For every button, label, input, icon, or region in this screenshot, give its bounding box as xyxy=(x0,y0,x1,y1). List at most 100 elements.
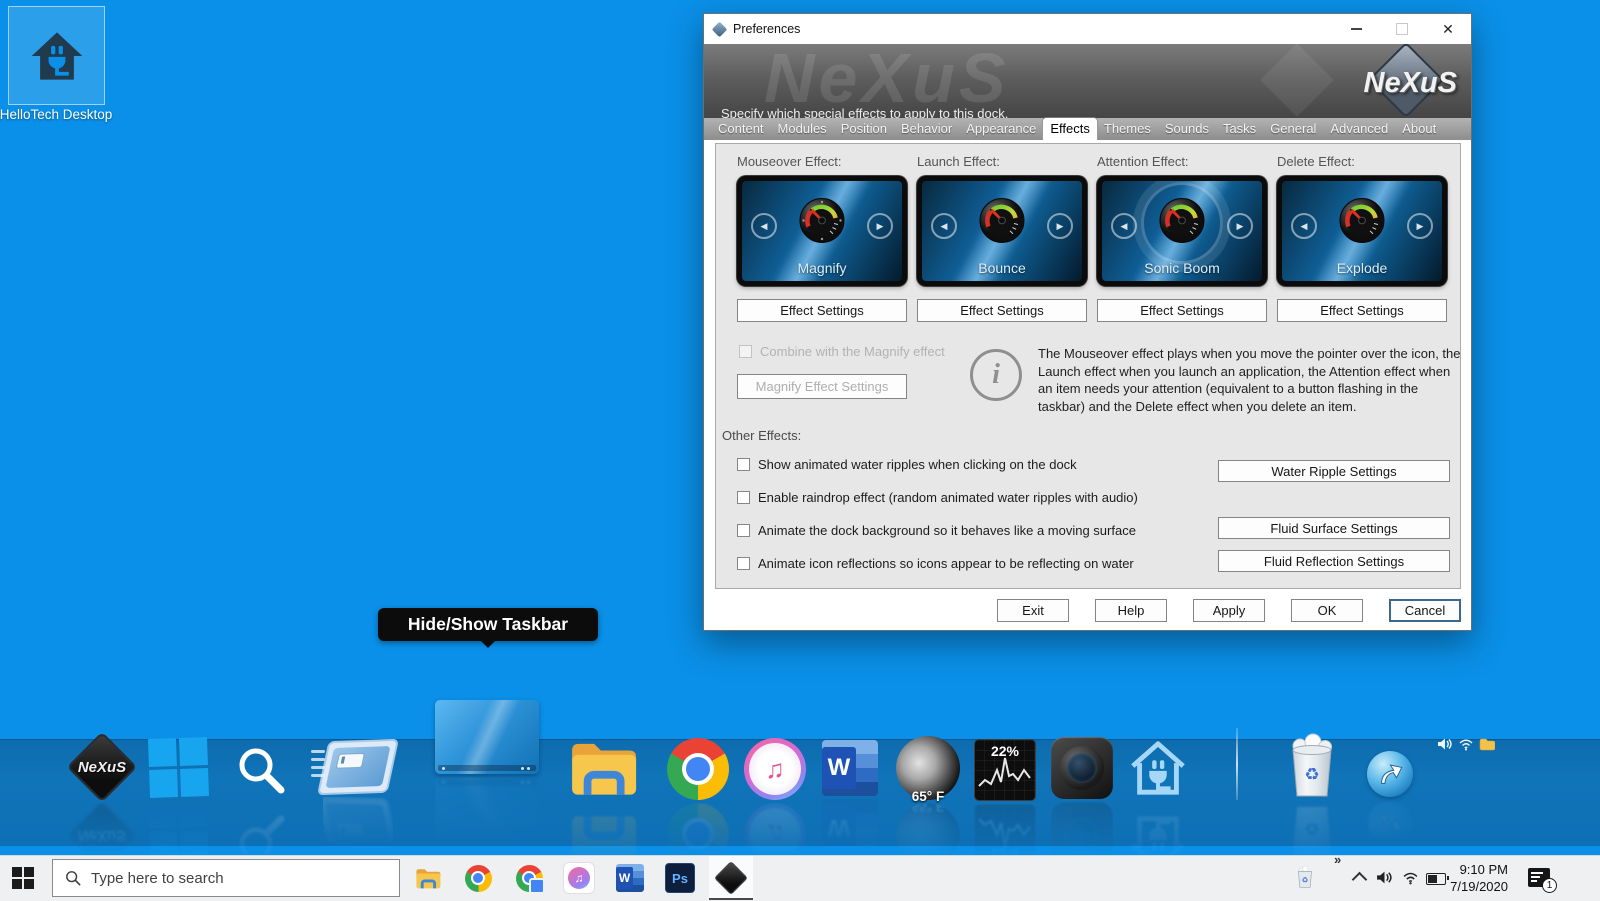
tab-tasks[interactable]: Tasks xyxy=(1216,118,1263,140)
tab-modules[interactable]: Modules xyxy=(771,118,834,140)
tab-behavior[interactable]: Behavior xyxy=(894,118,959,140)
ok-button[interactable]: OK xyxy=(1291,599,1363,622)
taskbar-search-input[interactable]: Type here to search xyxy=(52,859,400,897)
dock-item-chrome[interactable] xyxy=(667,738,729,865)
curved-arrow-icon-reflection xyxy=(1367,800,1413,846)
tray-recycle-bin-icon[interactable]: ♻ xyxy=(1294,864,1316,890)
taskbar-window-icon xyxy=(435,700,539,774)
taskbar-item-photoshop[interactable]: Ps xyxy=(658,856,702,900)
taskbar-item-word[interactable]: W xyxy=(608,856,652,900)
dock-folder-icon[interactable] xyxy=(1479,738,1495,751)
effect-label: Attention Effect: xyxy=(1097,154,1267,169)
dock-item-cpu-meter[interactable]: 22% 22% xyxy=(974,739,1036,866)
dock-item-word[interactable]: W W xyxy=(822,740,878,855)
raindrop-checkbox[interactable] xyxy=(737,491,750,504)
delete-effect-preview[interactable]: ◀ ▶ Explode xyxy=(1277,176,1447,286)
tab-effects[interactable]: Effects xyxy=(1043,118,1097,140)
taskbar-item-itunes[interactable]: ♫ xyxy=(557,856,601,900)
start-button[interactable] xyxy=(12,867,34,894)
water-ripples-checkbox[interactable] xyxy=(737,458,750,471)
tab-content[interactable]: Content xyxy=(711,118,771,140)
tab-sounds[interactable]: Sounds xyxy=(1158,118,1216,140)
next-effect-icon[interactable]: ▶ xyxy=(1227,213,1253,239)
tray-overflow-chevrons[interactable]: » xyxy=(1334,852,1341,867)
taskbar-item-chrome[interactable] xyxy=(456,856,500,900)
dock-item-search[interactable] xyxy=(231,740,289,869)
tab-themes[interactable]: Themes xyxy=(1097,118,1158,140)
nexus-brand-text: NeXuS xyxy=(78,759,126,776)
fluid-surface-settings-button[interactable]: Fluid Surface Settings xyxy=(1218,517,1450,539)
dock-item-nexus[interactable]: NeXuS NeXuS xyxy=(69,734,135,869)
water-ripples-checkbox-row[interactable]: Show animated water ripples when clickin… xyxy=(737,457,1077,472)
magnify-effect-settings-button: Magnify Effect Settings xyxy=(737,374,907,399)
dock-item-itunes[interactable]: ♫ ♫ xyxy=(744,738,806,865)
launch-effect-preview[interactable]: ◀ ▶ Bounce xyxy=(917,176,1087,286)
tab-about[interactable]: About xyxy=(1395,118,1443,140)
next-effect-icon[interactable]: ▶ xyxy=(1047,213,1073,239)
tab-general[interactable]: General xyxy=(1263,118,1323,140)
taskbar-clock[interactable]: 9:10 PM 7/19/2020 xyxy=(1438,861,1508,895)
tray-wifi-icon[interactable] xyxy=(1402,870,1419,885)
taskbar-item-chrome-profile[interactable] xyxy=(507,856,551,900)
exit-button[interactable]: Exit xyxy=(997,599,1069,622)
next-effect-icon[interactable]: ▶ xyxy=(1407,213,1433,239)
windows-taskbar: Type here to search ♫ W Ps xyxy=(0,855,1600,901)
attention-effect-preview[interactable]: ◀ ▶ Sonic Boom xyxy=(1097,176,1267,286)
dock-item-moon-weather[interactable]: 65° F 65° F xyxy=(896,736,960,867)
fluid-surface-checkbox-row[interactable]: Animate the dock background so it behave… xyxy=(737,523,1136,538)
dock-item-settings-toggle[interactable] xyxy=(323,740,393,851)
effect-label: Launch Effect: xyxy=(917,154,1087,169)
dock-item-hide-show-taskbar[interactable] xyxy=(435,700,539,851)
info-glyph: i xyxy=(992,359,1000,391)
apply-button[interactable]: Apply xyxy=(1193,599,1265,622)
mouseover-effect-preview[interactable]: ◀ xyxy=(737,176,907,286)
prev-effect-icon[interactable]: ◀ xyxy=(751,213,777,239)
prev-effect-icon[interactable]: ◀ xyxy=(1111,213,1137,239)
dock-item-windows[interactable] xyxy=(149,738,208,859)
dialog-titlebar[interactable]: Preferences ✕ xyxy=(704,14,1471,44)
delete-effect-settings-button[interactable]: Effect Settings xyxy=(1277,299,1447,322)
raindrop-checkbox-row[interactable]: Enable raindrop effect (random animated … xyxy=(737,490,1138,505)
windows-logo-icon xyxy=(148,737,209,798)
icon-reflections-checkbox[interactable] xyxy=(737,557,750,570)
icon-reflections-checkbox-row[interactable]: Animate icon reflections so icons appear… xyxy=(737,556,1134,571)
desktop-shortcut-hellotech[interactable]: HelloTech Desktop xyxy=(0,0,130,130)
tab-appearance[interactable]: Appearance xyxy=(959,118,1043,140)
nexus-app-icon: NeXuS xyxy=(69,734,135,800)
launch-effect-settings-button[interactable]: Effect Settings xyxy=(917,299,1087,322)
close-button[interactable]: ✕ xyxy=(1425,14,1471,44)
clock-date: 7/19/2020 xyxy=(1438,878,1508,895)
nexus-logo: NeXuS xyxy=(1341,49,1461,113)
word-letter: W xyxy=(616,867,633,889)
file-explorer-icon xyxy=(414,866,442,890)
tray-volume-icon[interactable] xyxy=(1376,870,1393,885)
prev-effect-icon[interactable]: ◀ xyxy=(931,213,957,239)
dock-item-hellotech[interactable] xyxy=(1127,737,1189,874)
dock-item-camera[interactable] xyxy=(1051,737,1113,864)
fluid-reflection-settings-button[interactable]: Fluid Reflection Settings xyxy=(1218,550,1450,572)
effect-name: Explode xyxy=(1282,260,1442,276)
tab-advanced[interactable]: Advanced xyxy=(1323,118,1395,140)
dock-speaker-icon[interactable] xyxy=(1437,737,1453,751)
help-button[interactable]: Help xyxy=(1095,599,1167,622)
tab-position[interactable]: Position xyxy=(834,118,894,140)
windows-logo-icon-reflection xyxy=(148,799,209,860)
prev-effect-icon[interactable]: ◀ xyxy=(1291,213,1317,239)
weather-temperature: 65° F xyxy=(896,789,960,804)
dock-wifi-icon[interactable] xyxy=(1458,737,1474,751)
taskbar-item-nexus-active[interactable] xyxy=(709,856,753,900)
cancel-button[interactable]: Cancel xyxy=(1389,599,1461,622)
tray-show-hidden-icons[interactable] xyxy=(1354,870,1365,885)
minimize-button[interactable] xyxy=(1333,14,1379,44)
svg-text:♻: ♻ xyxy=(1302,876,1309,885)
mouseover-effect-settings-button[interactable]: Effect Settings xyxy=(737,299,907,322)
water-ripple-settings-button[interactable]: Water Ripple Settings xyxy=(1218,460,1450,482)
taskbar-item-file-explorer[interactable] xyxy=(406,856,450,900)
attention-effect-settings-button[interactable]: Effect Settings xyxy=(1097,299,1267,322)
photoshop-letters: Ps xyxy=(672,871,688,886)
next-effect-icon[interactable]: ▶ xyxy=(867,213,893,239)
fluid-surface-checkbox[interactable] xyxy=(737,524,750,537)
dock-item-update[interactable] xyxy=(1367,751,1413,846)
dock-item-recycle-bin[interactable]: ♻ ♻ xyxy=(1280,732,1344,871)
preferences-dialog: Preferences ✕ NeXuS Specify which specia… xyxy=(703,13,1472,631)
